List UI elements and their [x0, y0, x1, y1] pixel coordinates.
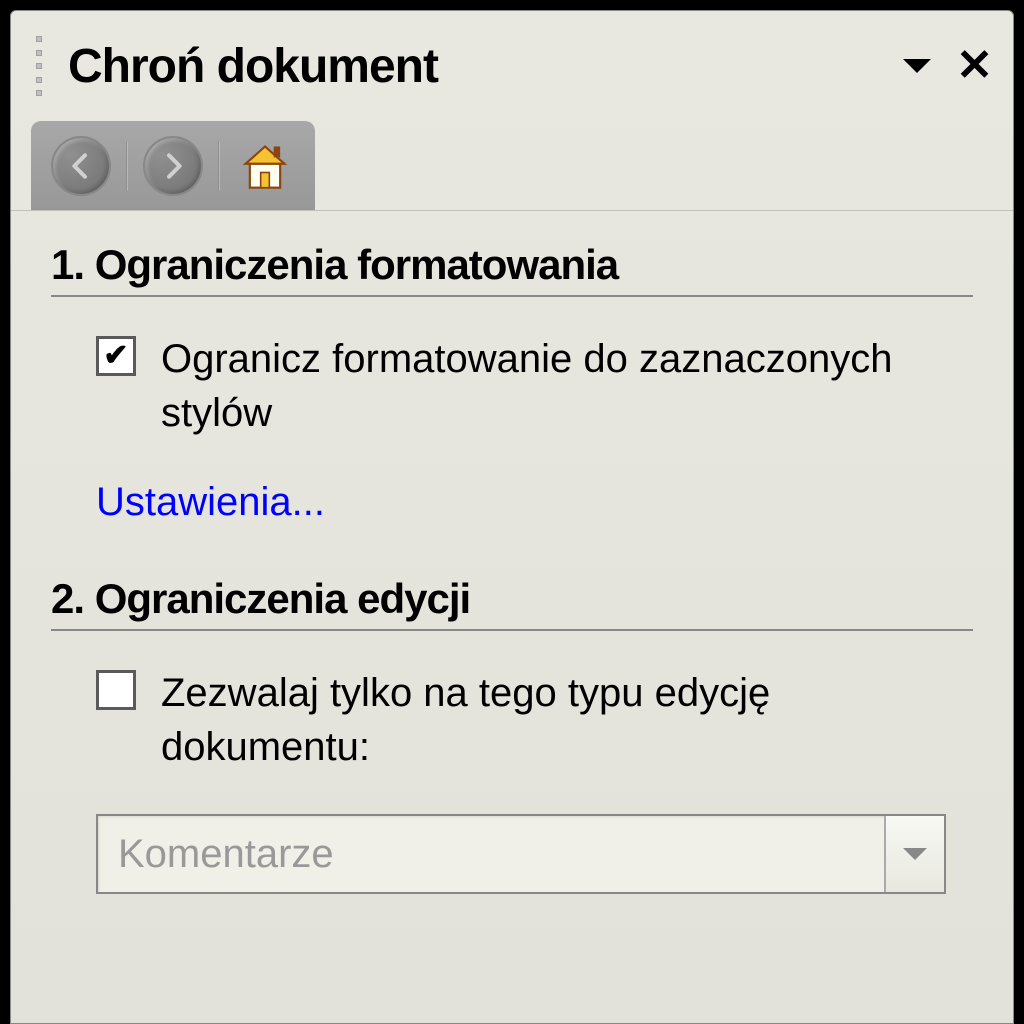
toolbar-divider [218, 141, 220, 191]
grip-handle[interactable] [36, 36, 50, 96]
protect-document-pane: Chroń dokument ✕ [10, 10, 1014, 1024]
chevron-down-icon [903, 848, 927, 860]
back-button[interactable] [51, 136, 111, 196]
section-2-heading: 2. Ograniczenia edycji [51, 575, 973, 631]
select-dropdown-button[interactable] [884, 816, 944, 892]
home-icon [239, 140, 291, 192]
home-button[interactable] [235, 136, 295, 196]
pane-menu-dropdown-icon[interactable] [903, 59, 931, 73]
arrow-left-icon [65, 150, 97, 182]
pane-title: Chroń dokument [68, 39, 903, 94]
titlebar: Chroń dokument ✕ [11, 11, 1013, 121]
formatting-restriction-row: ✔ Ogranicz formatowanie do zaznaczonych … [96, 332, 973, 440]
allow-editing-checkbox[interactable] [96, 670, 136, 710]
nav-toolbar-tab [31, 121, 315, 210]
checkmark-icon: ✔ [103, 341, 128, 371]
allow-editing-label: Zezwalaj tylko na tego typu edycję dokum… [161, 666, 973, 774]
content-area: 1. Ograniczenia formatowania ✔ Ogranicz … [11, 211, 1013, 924]
editing-restriction-row: Zezwalaj tylko na tego typu edycję dokum… [96, 666, 973, 774]
editing-type-select[interactable]: Komentarze [96, 814, 946, 894]
settings-link[interactable]: Ustawienia... [96, 480, 325, 525]
close-icon[interactable]: ✕ [956, 44, 993, 88]
toolbar-divider [126, 141, 128, 191]
nav-toolbar [11, 121, 1013, 211]
section-1-heading: 1. Ograniczenia formatowania [51, 241, 973, 297]
editing-type-value: Komentarze [98, 832, 884, 877]
arrow-right-icon [157, 150, 189, 182]
limit-formatting-label: Ogranicz formatowanie do zaznaczonych st… [161, 332, 973, 440]
limit-formatting-checkbox[interactable]: ✔ [96, 336, 136, 376]
forward-button[interactable] [143, 136, 203, 196]
